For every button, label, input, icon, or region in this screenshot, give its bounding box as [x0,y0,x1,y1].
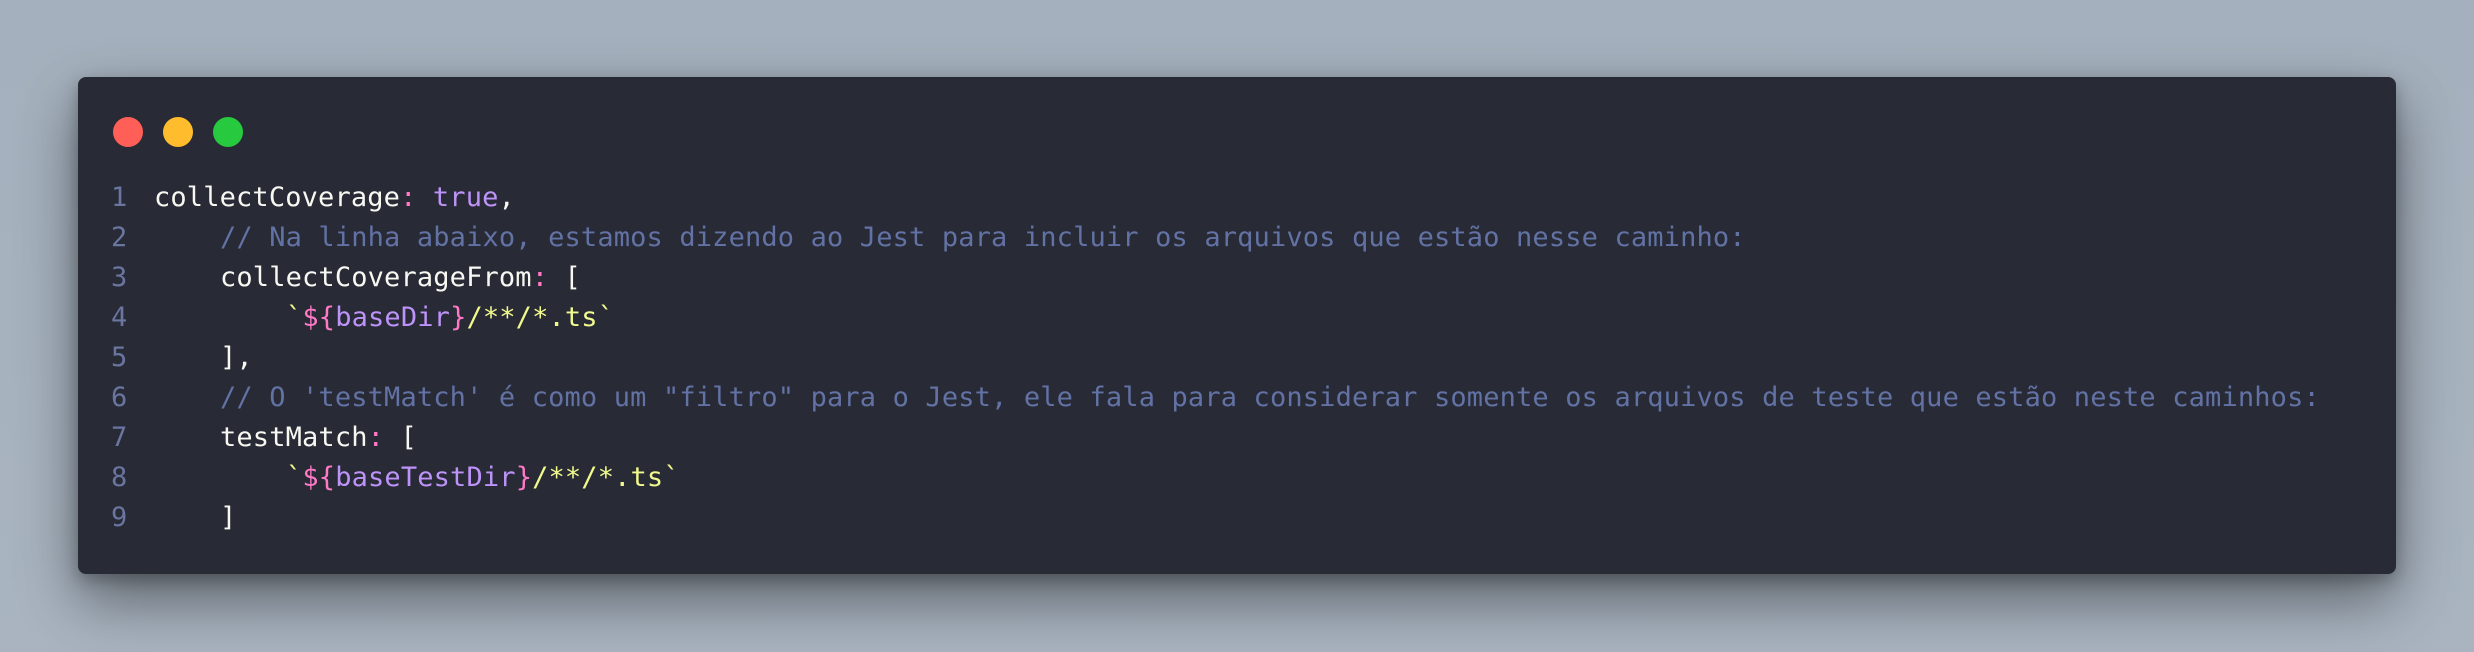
line-number: 7 [111,422,128,453]
code-line-2: 2 // Na linha abaixo, estamos dizendo ao … [78,218,2396,258]
colon: : [400,182,417,213]
code-line-5: 5], [78,338,2396,378]
code-line-4: 4 `${baseDir}/**/*.ts` [78,298,2396,338]
maximize-icon[interactable] [213,117,243,147]
template-variable: baseDir [335,302,451,333]
open-bracket: [ [400,422,417,453]
code-line-1: 1 collectCoverage: true, [78,178,2396,218]
line-number: 6 [111,382,128,413]
template-tick: ` [286,462,303,493]
code-line-9: 9] [78,498,2396,538]
open-bracket: [ [564,262,581,293]
code-line-6: 6 // O 'testMatch' é como um "filtro" par… [78,378,2396,418]
property-key: testMatch [220,422,368,453]
code-comment: // Na linha abaixo, estamos dizendo ao J… [220,222,1746,253]
template-open: ${ [302,462,336,493]
line-number: 9 [111,502,128,533]
template-tick: ` [663,462,680,493]
window-controls [113,117,243,147]
line-number: 1 [111,182,128,213]
minimize-icon[interactable] [163,117,193,147]
template-close: } [515,462,533,493]
template-variable: baseTestDir [335,462,516,493]
code-line-8: 8 `${baseTestDir}/**/*.ts` [78,458,2396,498]
line-number: 2 [111,222,128,253]
line-number: 5 [111,342,128,373]
close-icon[interactable] [113,117,143,147]
template-tick: ` [597,302,615,333]
code-window: 1 collectCoverage: true, 2 // Na linha aba… [78,77,2396,574]
colon: : [531,262,549,293]
template-string: /**/*.ts [532,462,664,493]
property-key: collectCoverage [154,182,401,213]
template-tick: ` [286,302,303,333]
template-close: } [450,302,467,333]
line-number: 8 [111,462,128,493]
code-block: 1 collectCoverage: true, 2 // Na linha aba… [78,178,2396,538]
code-line-7: 7 testMatch: [ [78,418,2396,458]
close-bracket: ] [220,502,237,533]
comma: , [498,182,515,213]
colon: : [367,422,385,453]
boolean-value: true [432,182,499,213]
close-bracket: ], [220,342,253,373]
template-open: ${ [302,302,336,333]
line-number: 4 [111,302,128,333]
code-comment: // O 'testMatch' é como um "filtro" para… [220,382,2320,413]
code-line-3: 3 collectCoverageFrom: [ [78,258,2396,298]
line-number: 3 [111,262,128,293]
template-string: /**/*.ts [466,302,598,333]
property-key: collectCoverageFrom [220,262,532,293]
